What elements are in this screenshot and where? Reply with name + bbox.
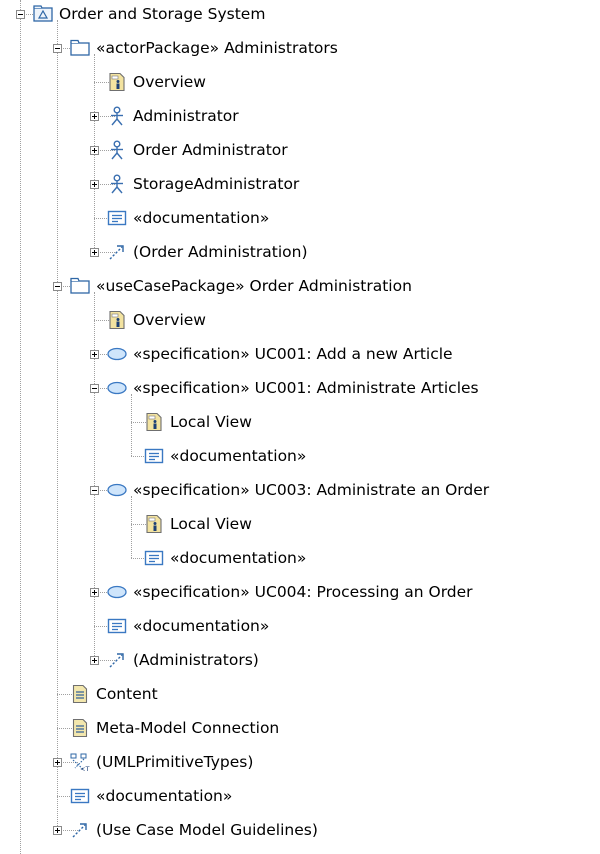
tree-node-label[interactable]: «specification» UC004: Processing an Ord…	[132, 581, 474, 603]
expand-toggle-icon[interactable]	[53, 826, 62, 835]
model-icon	[33, 4, 53, 24]
tree-node[interactable]	[0, 677, 600, 711]
dependency-icon	[107, 242, 127, 262]
expand-toggle-icon[interactable]	[90, 588, 99, 597]
tree-node-label[interactable]: Meta-Model Connection	[95, 717, 280, 739]
documentation-icon	[144, 446, 164, 466]
tree-node-label[interactable]: Overview	[132, 309, 207, 331]
actor-icon	[107, 140, 127, 160]
tree-node-label[interactable]: «documentation»	[132, 207, 270, 229]
tree-node-label[interactable]: «useCasePackage» Order Administration	[95, 275, 413, 297]
collapse-toggle-icon[interactable]	[90, 384, 99, 393]
usecase-icon	[107, 344, 127, 364]
tree-node[interactable]	[0, 303, 600, 337]
collapse-toggle-icon[interactable]	[53, 282, 62, 291]
usecase-icon	[107, 582, 127, 602]
tree-node[interactable]	[0, 507, 600, 541]
diagram-icon	[107, 310, 127, 330]
expand-toggle-icon[interactable]	[90, 112, 99, 121]
package-icon	[70, 38, 90, 58]
documentation-icon	[144, 548, 164, 568]
tree-node-label[interactable]: Content	[95, 683, 159, 705]
tree-node-label[interactable]: (Administrators)	[132, 649, 260, 671]
expand-toggle-icon[interactable]	[53, 758, 62, 767]
tree-node[interactable]	[0, 711, 600, 745]
tree-node[interactable]	[0, 745, 600, 779]
model-tree: Order and Storage System «actorPackage» A…	[0, 0, 600, 854]
tree-node-label[interactable]: (Order Administration)	[132, 241, 309, 263]
collapse-toggle-icon[interactable]	[90, 486, 99, 495]
documentation-icon	[107, 616, 127, 636]
tree-node[interactable]	[0, 201, 600, 235]
tree-node[interactable]	[0, 65, 600, 99]
expand-toggle-icon[interactable]	[90, 248, 99, 257]
tree-node-label[interactable]: Order Administrator	[132, 139, 289, 161]
tree-node-label[interactable]: Local View	[169, 411, 253, 433]
content-icon	[70, 718, 90, 738]
tree-node-label[interactable]: (Use Case Model Guidelines)	[95, 819, 319, 841]
actor-icon	[107, 106, 127, 126]
collapse-toggle-icon[interactable]	[53, 44, 62, 53]
actor-icon	[107, 174, 127, 194]
usecase-icon	[107, 480, 127, 500]
expand-toggle-icon[interactable]	[90, 350, 99, 359]
expand-toggle-icon[interactable]	[90, 180, 99, 189]
expand-toggle-icon[interactable]	[90, 146, 99, 155]
svg-text:<T>: <T>	[80, 765, 90, 772]
expand-toggle-icon[interactable]	[90, 656, 99, 665]
tree-node-label[interactable]: «specification» UC001: Add a new Article	[132, 343, 454, 365]
primitive-types-icon: <T>	[70, 752, 90, 772]
tree-node[interactable]	[0, 405, 600, 439]
diagram-icon	[107, 72, 127, 92]
content-icon	[70, 684, 90, 704]
package-icon	[70, 276, 90, 296]
tree-node-label[interactable]: StorageAdministrator	[132, 173, 300, 195]
dependency-icon	[70, 820, 90, 840]
tree-node[interactable]	[0, 779, 600, 813]
tree-node-label[interactable]: «actorPackage» Administrators	[95, 37, 339, 59]
tree-node-label[interactable]: «specification» UC003: Administrate an O…	[132, 479, 490, 501]
usecase-icon	[107, 378, 127, 398]
tree-node-label[interactable]: (UMLPrimitiveTypes)	[95, 751, 254, 773]
tree-node-label[interactable]: Order and Storage System	[58, 3, 266, 25]
tree-node-label[interactable]: «documentation»	[132, 615, 270, 637]
tree-node-label[interactable]: Local View	[169, 513, 253, 535]
tree-node-label[interactable]: Overview	[132, 71, 207, 93]
tree-node-label[interactable]: «documentation»	[169, 445, 307, 467]
documentation-icon	[107, 208, 127, 228]
collapse-toggle-icon[interactable]	[16, 10, 25, 19]
dependency-icon	[107, 650, 127, 670]
tree-node[interactable]	[0, 609, 600, 643]
tree-node-label[interactable]: «documentation»	[95, 785, 233, 807]
tree-node-label[interactable]: Administrator	[132, 105, 240, 127]
diagram-icon	[144, 514, 164, 534]
documentation-icon	[70, 786, 90, 806]
tree-node-label[interactable]: «specification» UC001: Administrate Arti…	[132, 377, 480, 399]
tree-node-label[interactable]: «documentation»	[169, 547, 307, 569]
diagram-icon	[144, 412, 164, 432]
